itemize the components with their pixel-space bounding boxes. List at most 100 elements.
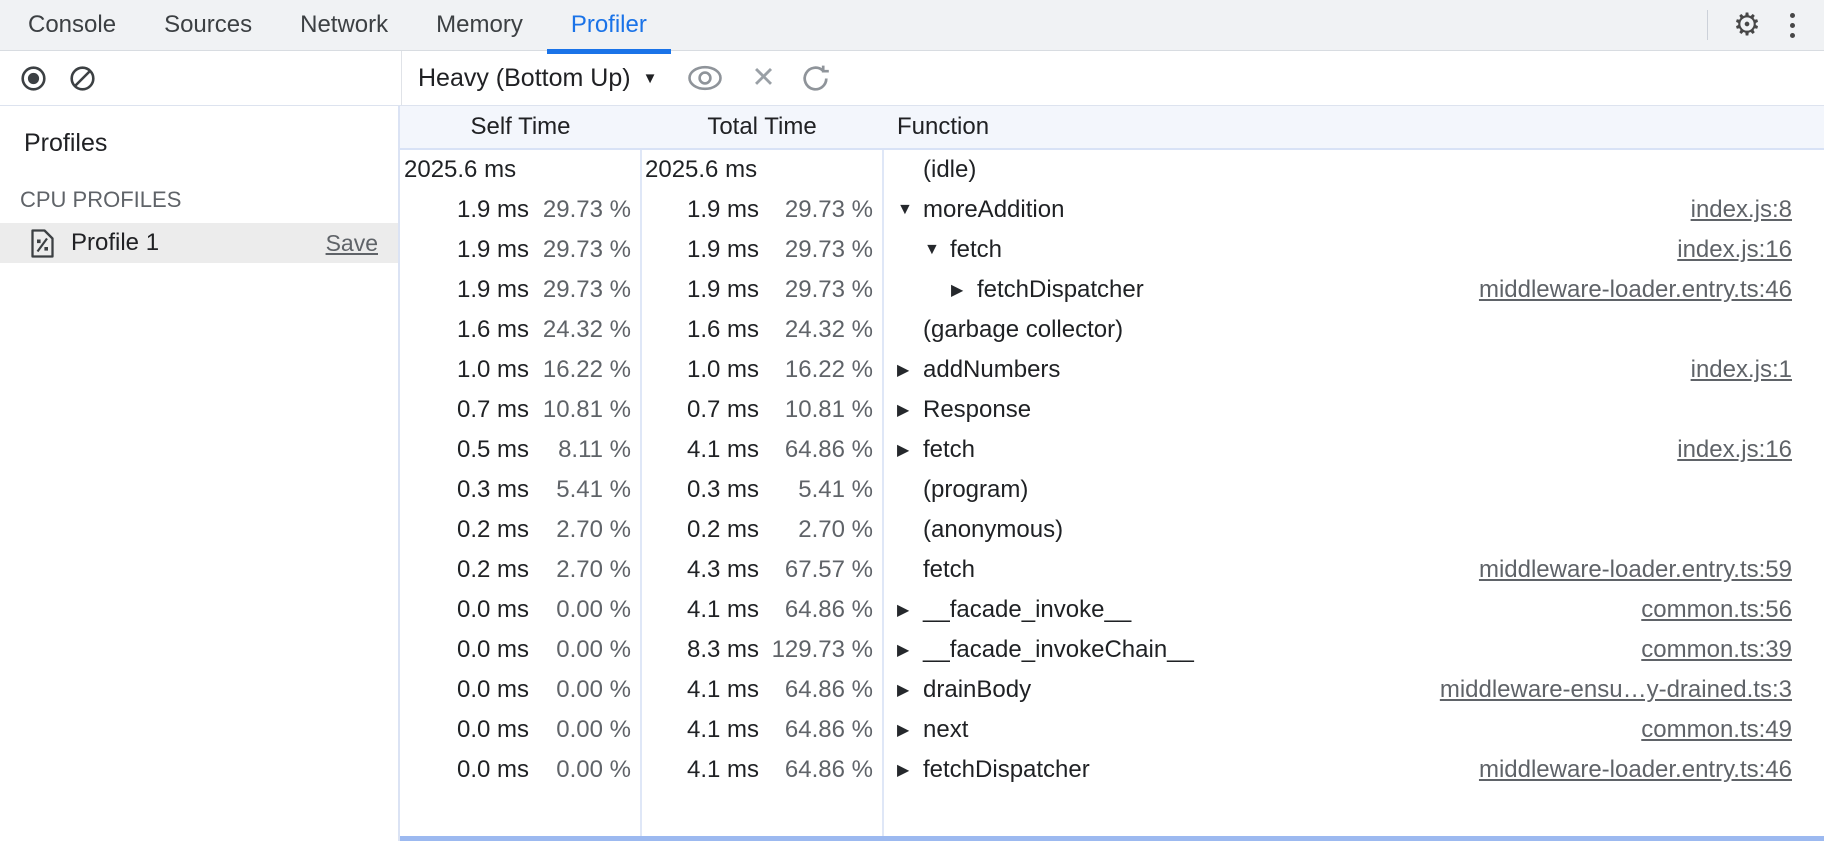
function-name: __facade_invoke__: [923, 596, 1131, 624]
function-cell: ▶ __facade_invoke__ common.ts:56: [883, 596, 1824, 624]
tab-memory[interactable]: Memory: [412, 0, 547, 50]
function-name: fetch: [950, 236, 1002, 264]
record-icon: [20, 65, 47, 92]
self-time-cell: 2025.6 ms: [400, 156, 641, 184]
table-row[interactable]: 0.0 ms 0.00 % 4.1 ms 64.86 % ▶ __facade_…: [400, 590, 1824, 630]
total-time-percent: 16.22 %: [759, 356, 883, 384]
total-time-percent: 64.86 %: [759, 596, 883, 624]
profile-document-icon: [30, 229, 55, 258]
source-location-link[interactable]: index.js:1: [1691, 356, 1792, 384]
expand-arrow-icon[interactable]: ▶: [897, 640, 923, 660]
source-location-link[interactable]: index.js:16: [1677, 436, 1792, 464]
source-location-link[interactable]: middleware-loader.entry.ts:59: [1479, 556, 1792, 584]
expand-arrow-icon[interactable]: ▶: [951, 280, 977, 300]
clear-profiles-button[interactable]: [69, 65, 96, 92]
settings-button[interactable]: ⚙: [1724, 2, 1770, 48]
expand-arrow-icon[interactable]: ▶: [897, 360, 923, 380]
table-row[interactable]: 0.3 ms 5.41 % 0.3 ms 5.41 % (program): [400, 470, 1824, 510]
self-time-value: 0.2 ms: [400, 516, 529, 544]
function-name: __facade_invokeChain__: [923, 636, 1194, 664]
function-cell: ▶ fetchDispatcher middleware-loader.entr…: [883, 756, 1824, 784]
function-cell: ▶ fetch index.js:16: [883, 436, 1824, 464]
table-row[interactable]: 0.0 ms 0.00 % 4.1 ms 64.86 % ▶ fetchDisp…: [400, 750, 1824, 790]
function-cell: ▶ __facade_invokeChain__ common.ts:39: [883, 636, 1824, 664]
expand-arrow-icon[interactable]: ▼: [924, 241, 950, 259]
total-time-cell: 4.1 ms 64.86 %: [641, 716, 883, 744]
self-time-percent: 0.00 %: [529, 596, 641, 624]
table-row[interactable]: 0.2 ms 2.70 % 4.3 ms 67.57 % fetch middl…: [400, 550, 1824, 590]
record-profile-button[interactable]: [20, 65, 47, 92]
total-time-cell: 0.2 ms 2.70 %: [641, 516, 883, 544]
self-time-value: 0.5 ms: [400, 436, 529, 464]
expand-arrow-icon[interactable]: ▶: [897, 760, 923, 780]
expand-arrow-icon[interactable]: ▼: [897, 201, 923, 219]
source-location-link[interactable]: common.ts:56: [1641, 596, 1792, 624]
table-row[interactable]: 1.9 ms 29.73 % 1.9 ms 29.73 % ▼ moreAddi…: [400, 190, 1824, 230]
focus-selected-button[interactable]: [685, 64, 725, 92]
exclude-selected-button[interactable]: ✕: [751, 64, 775, 93]
table-row[interactable]: 1.9 ms 29.73 % 1.9 ms 29.73 % ▼ fetch in…: [400, 230, 1824, 270]
self-time-value: 1.6 ms: [400, 316, 529, 344]
total-time-cell: 4.1 ms 64.86 %: [641, 436, 883, 464]
self-time-value: 1.0 ms: [400, 356, 529, 384]
function-cell: ▼ fetch index.js:16: [883, 236, 1824, 264]
self-time-value: 2025.6 ms: [400, 156, 529, 184]
total-time-value: 4.1 ms: [641, 676, 759, 704]
source-location-link[interactable]: index.js:16: [1677, 236, 1792, 264]
table-row[interactable]: 0.0 ms 0.00 % 4.1 ms 64.86 % ▶ drainBody…: [400, 670, 1824, 710]
function-name: fetchDispatcher: [923, 756, 1090, 784]
table-row[interactable]: 1.6 ms 24.32 % 1.6 ms 24.32 % (garbage c…: [400, 310, 1824, 350]
total-time-cell: 4.1 ms 64.86 %: [641, 596, 883, 624]
sidebar-item-profile-1[interactable]: Profile 1 Save: [0, 223, 398, 263]
tab-sources[interactable]: Sources: [140, 0, 276, 50]
total-time-value: 1.0 ms: [641, 356, 759, 384]
profile-view-toolbar: Heavy (Bottom Up) ▼ ✕: [402, 51, 1824, 105]
self-time-value: 0.2 ms: [400, 556, 529, 584]
grid-header-row: Self Time Total Time Function: [400, 106, 1824, 150]
self-time-cell: 0.0 ms 0.00 %: [400, 636, 641, 664]
tab-profiler[interactable]: Profiler: [547, 0, 671, 50]
function-cell: ▶ fetchDispatcher middleware-loader.entr…: [883, 276, 1824, 304]
source-location-link[interactable]: middleware-loader.entry.ts:46: [1479, 276, 1792, 304]
view-mode-select[interactable]: Heavy (Bottom Up) ▼: [418, 64, 657, 93]
function-name: (garbage collector): [923, 316, 1123, 344]
table-row[interactable]: 1.0 ms 16.22 % 1.0 ms 16.22 % ▶ addNumbe…: [400, 350, 1824, 390]
source-location-link[interactable]: common.ts:49: [1641, 716, 1792, 744]
self-time-value: 0.0 ms: [400, 636, 529, 664]
self-time-cell: 0.0 ms 0.00 %: [400, 596, 641, 624]
column-header-total-time[interactable]: Total Time: [641, 113, 883, 141]
restore-all-button[interactable]: [800, 63, 831, 94]
tab-console[interactable]: Console: [4, 0, 140, 50]
expand-arrow-icon[interactable]: ▶: [897, 400, 923, 420]
expand-arrow-icon[interactable]: ▶: [897, 600, 923, 620]
table-row[interactable]: 0.0 ms 0.00 % 8.3 ms 129.73 % ▶ __facade…: [400, 630, 1824, 670]
expand-arrow-icon[interactable]: ▶: [897, 720, 923, 740]
table-row[interactable]: 1.9 ms 29.73 % 1.9 ms 29.73 % ▶ fetchDis…: [400, 270, 1824, 310]
source-location-link[interactable]: index.js:8: [1691, 196, 1792, 224]
self-time-percent: 8.11 %: [529, 436, 641, 464]
total-time-value: 0.2 ms: [641, 516, 759, 544]
self-time-percent: 24.32 %: [529, 316, 641, 344]
total-time-value: 1.9 ms: [641, 236, 759, 264]
total-time-value: 1.9 ms: [641, 276, 759, 304]
save-profile-link[interactable]: Save: [326, 230, 378, 257]
table-row[interactable]: 2025.6 ms 2025.6 ms (idle): [400, 150, 1824, 190]
column-header-function[interactable]: Function: [883, 113, 1824, 141]
table-row[interactable]: 0.0 ms 0.00 % 4.1 ms 64.86 % ▶ next comm…: [400, 710, 1824, 750]
profiler-toolbar-left: [0, 51, 402, 105]
expand-arrow-icon[interactable]: ▶: [897, 440, 923, 460]
tabbar-divider: [1707, 10, 1708, 40]
source-location-link[interactable]: common.ts:39: [1641, 636, 1792, 664]
table-row[interactable]: 0.5 ms 8.11 % 4.1 ms 64.86 % ▶ fetch ind…: [400, 430, 1824, 470]
table-row[interactable]: 0.7 ms 10.81 % 0.7 ms 10.81 % ▶ Response: [400, 390, 1824, 430]
total-time-value: 4.1 ms: [641, 756, 759, 784]
tab-network[interactable]: Network: [276, 0, 412, 50]
more-options-button[interactable]: [1770, 2, 1814, 48]
table-row[interactable]: 0.2 ms 2.70 % 0.2 ms 2.70 % (anonymous): [400, 510, 1824, 550]
expand-arrow-icon[interactable]: ▶: [897, 680, 923, 700]
total-time-percent: 29.73 %: [759, 196, 883, 224]
column-header-self-time[interactable]: Self Time: [400, 113, 641, 141]
self-time-value: 0.3 ms: [400, 476, 529, 504]
source-location-link[interactable]: middleware-ensu…y-drained.ts:3: [1440, 676, 1792, 704]
source-location-link[interactable]: middleware-loader.entry.ts:46: [1479, 756, 1792, 784]
